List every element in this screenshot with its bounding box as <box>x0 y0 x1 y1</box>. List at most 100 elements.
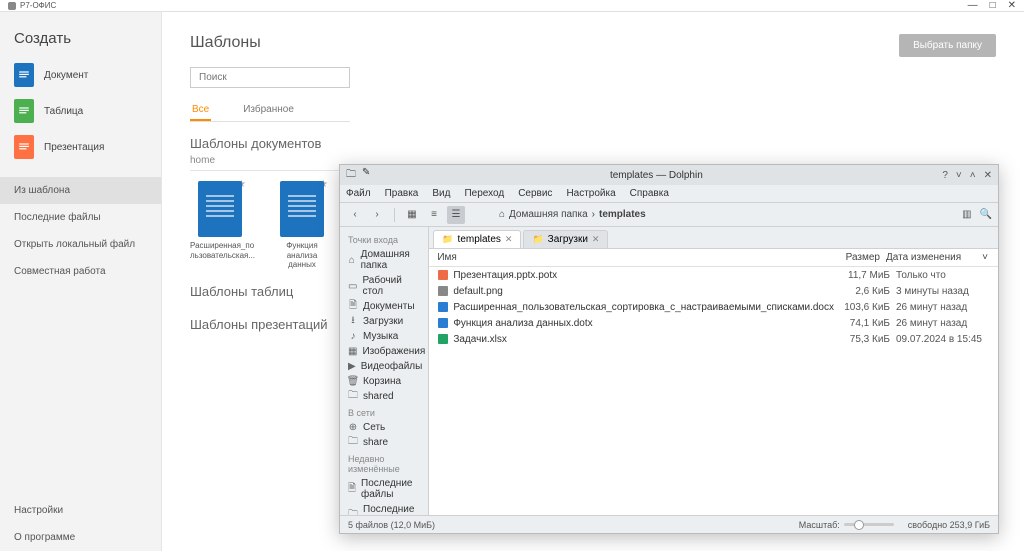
folder-icon <box>442 234 453 245</box>
template-item[interactable]: ★Функция анализа данных <box>272 181 332 270</box>
minimize-icon[interactable]: ˅ <box>956 170 962 181</box>
page-title: Шаблоны <box>190 34 261 52</box>
dolphin-statusbar: 5 файлов (12,0 МиБ) Масштаб: свободно 25… <box>340 515 998 533</box>
nav-item[interactable]: Последние файлы <box>0 204 161 231</box>
sidebar-item[interactable]: ▶Видеофайлы <box>340 359 428 374</box>
file-header[interactable]: Имя Размер Дата изменения ˅ <box>429 249 998 267</box>
place-icon: ▶ <box>348 362 356 372</box>
file-row[interactable]: default.png2,6 КиБ3 минуты назад <box>429 283 998 299</box>
help-icon[interactable]: ? <box>942 170 948 181</box>
edit-icon: ✎ <box>362 167 370 184</box>
view-compact-button[interactable]: ≡ <box>425 206 443 224</box>
file-row[interactable]: Функция анализа данных.dotx74,1 КиБ26 ми… <box>429 315 998 331</box>
footer-item[interactable]: Настройки <box>0 497 161 524</box>
dolphin-sidebar: Точки входа⌂Домашняя папка▭Рабочий стол🗎… <box>340 227 429 515</box>
doc-type-icon <box>14 99 34 123</box>
search-input[interactable] <box>190 67 350 88</box>
file-row[interactable]: Презентация.pptx.potx11,7 МиБТолько что <box>429 267 998 283</box>
place-icon: 🗑 <box>348 377 358 387</box>
tab[interactable]: Избранное <box>241 100 296 121</box>
doc-type-icon <box>14 135 34 159</box>
file-type-icon <box>437 301 449 313</box>
sidebar-item[interactable]: ⭳Загрузки <box>340 314 428 329</box>
place-icon: ▭ <box>348 281 357 291</box>
dolphin-toolbar: ‹ › ▦ ≡ ☰ ⌂ Домашняя папка › templates ▥… <box>340 203 998 227</box>
place-icon: ▦ <box>348 347 357 357</box>
sidebar-item[interactable]: ▦Изображения <box>340 344 428 359</box>
doc-type-icon <box>14 63 34 87</box>
folder-tab[interactable]: Загрузки✕ <box>523 230 608 248</box>
minimize-icon[interactable]: — <box>968 0 978 11</box>
home-icon: ⌂ <box>499 209 505 220</box>
template-item[interactable]: ★Расширенная_по льзовательская... <box>190 181 250 270</box>
place-icon: ⭳ <box>348 317 358 327</box>
sidebar-item[interactable]: 🗎Документы <box>340 299 428 314</box>
sidebar-item[interactable]: 🗀shared <box>340 389 428 404</box>
tab-close-icon[interactable]: ✕ <box>592 234 600 245</box>
nav-item[interactable]: Из шаблона <box>0 177 161 204</box>
maximize-icon[interactable]: ˄ <box>970 170 976 181</box>
status-filecount: 5 файлов (12,0 МиБ) <box>348 520 435 530</box>
sidebar-item[interactable]: 🗀share <box>340 435 428 450</box>
menu-item[interactable]: Сервис <box>518 188 552 199</box>
menu-item[interactable]: Правка <box>385 188 419 199</box>
back-button[interactable]: ‹ <box>346 206 364 224</box>
create-Документ[interactable]: Документ <box>0 57 161 93</box>
folder-icon: 🗀 <box>346 167 356 184</box>
place-icon: 🗀 <box>348 392 358 402</box>
folder-tab[interactable]: templates✕ <box>433 230 521 248</box>
menu-item[interactable]: Переход <box>464 188 504 199</box>
maximize-icon[interactable]: □ <box>990 0 996 11</box>
forward-button[interactable]: › <box>368 206 386 224</box>
search-icon[interactable]: 🔍 <box>980 209 992 220</box>
place-icon: 🗎 <box>348 484 356 494</box>
file-type-icon <box>437 333 449 345</box>
place-icon: ⊕ <box>348 423 358 433</box>
tab[interactable]: Все <box>190 100 211 121</box>
footer-item[interactable]: О программе <box>0 524 161 551</box>
dolphin-window: 🗀 ✎ templates — Dolphin ? ˅ ˄ ✕ Файл Прав… <box>339 164 999 534</box>
nav-item[interactable]: Совместная работа <box>0 258 161 285</box>
app-titlebar: Р7-ОФИС — □ ✕ <box>0 0 1024 12</box>
sidebar-item[interactable]: ▭Рабочий стол <box>340 273 428 299</box>
create-title: Создать <box>0 30 161 57</box>
sort-indicator-icon: ˅ <box>980 252 990 263</box>
nav-item[interactable]: Открыть локальный файл <box>0 231 161 258</box>
zoom-slider[interactable] <box>844 523 894 526</box>
menu-item[interactable]: Справка <box>630 188 669 199</box>
dolphin-titlebar[interactable]: 🗀 ✎ templates — Dolphin ? ˅ ˄ ✕ <box>340 165 998 185</box>
place-icon: ♪ <box>348 332 358 342</box>
status-freespace: свободно 253,9 ГиБ <box>908 520 990 530</box>
file-row[interactable]: Задачи.xlsx75,3 КиБ09.07.2024 в 15:45 <box>429 331 998 347</box>
place-icon: ⌂ <box>348 255 356 265</box>
template-tabs: Все Избранное <box>190 100 350 122</box>
sidebar-item[interactable]: 🗑Корзина <box>340 374 428 389</box>
section-documents: Шаблоны документов <box>190 136 996 151</box>
sidebar-item[interactable]: ♪Музыка <box>340 329 428 344</box>
file-type-icon <box>437 317 449 329</box>
app-title: Р7-ОФИС <box>20 1 56 10</box>
menu-item[interactable]: Файл <box>346 188 371 199</box>
choose-folder-button[interactable]: Выбрать папку <box>899 34 996 57</box>
close-icon[interactable]: ✕ <box>1008 0 1016 11</box>
close-icon[interactable]: ✕ <box>984 170 992 181</box>
sidebar-item[interactable]: ⊕Сеть <box>340 420 428 435</box>
file-type-icon <box>437 269 449 281</box>
path-bar[interactable]: ⌂ Домашняя папка › templates <box>499 209 646 220</box>
tab-close-icon[interactable]: ✕ <box>505 234 513 245</box>
view-details-button[interactable]: ☰ <box>447 206 465 224</box>
sidebar-item[interactable]: 🗎Последние файлы <box>340 476 428 502</box>
place-icon: 🗎 <box>348 302 358 312</box>
create-Таблица[interactable]: Таблица <box>0 93 161 129</box>
view-icons-button[interactable]: ▦ <box>403 206 421 224</box>
menu-item[interactable]: Настройка <box>566 188 615 199</box>
split-icon[interactable]: ▥ <box>962 209 971 220</box>
menu-item[interactable]: Вид <box>432 188 450 199</box>
file-list: Презентация.pptx.potx11,7 МиБТолько чтоd… <box>429 267 998 515</box>
dolphin-menubar: Файл Правка Вид Переход Сервис Настройка Справ… <box>340 185 998 203</box>
template-thumb-icon <box>198 181 242 237</box>
sidebar-item[interactable]: ⌂Домашняя папка <box>340 247 428 273</box>
file-row[interactable]: Расширенная_пользовательская_сортировка_… <box>429 299 998 315</box>
create-Презентация[interactable]: Презентация <box>0 129 161 165</box>
sidebar-item[interactable]: 🗀Последние расположения <box>340 502 428 515</box>
